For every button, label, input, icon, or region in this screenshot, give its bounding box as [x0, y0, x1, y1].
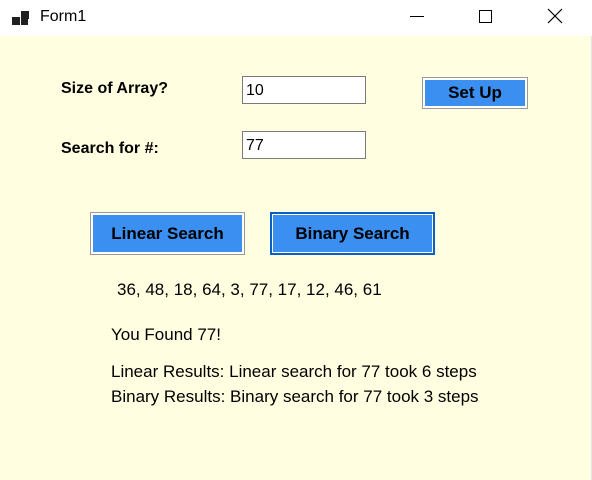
maximize-button[interactable] — [462, 0, 508, 32]
size-label: Size of Array? — [61, 80, 168, 97]
binary-search-button[interactable]: Binary Search — [270, 212, 435, 255]
minimize-icon — [410, 15, 424, 17]
close-button[interactable] — [532, 0, 578, 32]
linear-results: Linear Results: Linear search for 77 too… — [111, 362, 477, 381]
found-message: You Found 77! — [111, 325, 221, 344]
form-window: Form1 Size of Array? 10 Set Up Search fo… — [0, 0, 592, 480]
size-input[interactable]: 10 — [242, 76, 366, 104]
minimize-button[interactable] — [394, 0, 440, 32]
window-title: Form1 — [40, 8, 87, 25]
array-display: 36, 48, 18, 64, 3, 77, 17, 12, 46, 61 — [117, 280, 382, 299]
binary-results: Binary Results: Binary search for 77 too… — [111, 387, 479, 406]
linear-search-button[interactable]: Linear Search — [90, 212, 245, 255]
search-input[interactable]: 77 — [242, 131, 366, 159]
search-label: Search for #: — [61, 140, 159, 157]
setup-button[interactable]: Set Up — [422, 77, 528, 109]
app-icon — [12, 11, 29, 25]
maximize-icon — [478, 9, 492, 23]
close-icon — [547, 8, 563, 24]
title-bar[interactable]: Form1 — [0, 0, 592, 36]
